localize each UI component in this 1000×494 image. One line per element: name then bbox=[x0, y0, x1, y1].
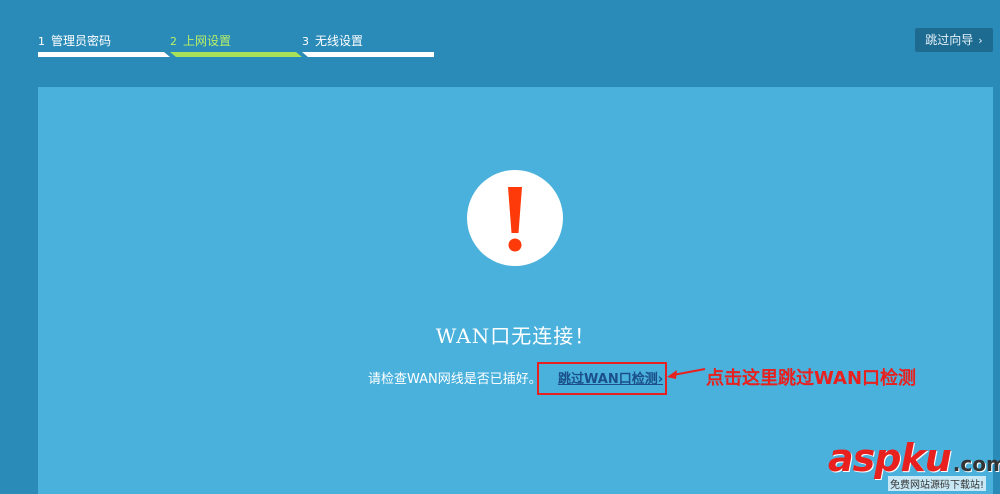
skip-guide-button[interactable]: 跳过向导 › bbox=[915, 28, 993, 52]
step-wireless-settings: 3 无线设置 bbox=[302, 30, 434, 60]
step-progress-bar-active bbox=[170, 52, 302, 57]
watermark-subtitle: 免费网站源码下载站! bbox=[888, 476, 987, 491]
step-progress-bar bbox=[38, 52, 170, 57]
step-internet-settings: 2 上网设置 bbox=[170, 30, 302, 60]
step-label: 3 无线设置 bbox=[302, 34, 364, 48]
annotation-text: 点击这里跳过WAN口检测 bbox=[706, 368, 917, 389]
step-progress-bar bbox=[302, 52, 434, 57]
page-title: WAN口无连接！ bbox=[435, 324, 596, 348]
step-label: 1 管理员密码 bbox=[38, 34, 112, 48]
arrow-left-icon bbox=[667, 368, 706, 379]
step-admin-password: 1 管理员密码 bbox=[38, 30, 170, 60]
watermark: aspku .com 免费网站源码下载站! bbox=[828, 438, 1000, 494]
wizard-steps: 1 管理员密码 2 上网设置 3 无线设置 bbox=[38, 30, 434, 60]
main-panel: WAN口无连接！ 请检查WAN网线是否已插好。 跳过WAN口检测› 点击这里跳过… bbox=[38, 87, 993, 494]
chevron-right-icon: › bbox=[657, 372, 664, 387]
step-label: 2 上网设置 bbox=[170, 34, 232, 48]
chevron-right-icon: › bbox=[978, 34, 983, 47]
exclamation-icon bbox=[467, 170, 563, 266]
hint-text: 请检查WAN网线是否已插好。 bbox=[368, 372, 542, 387]
skip-wan-detection-link[interactable]: 跳过WAN口检测› bbox=[558, 368, 663, 387]
